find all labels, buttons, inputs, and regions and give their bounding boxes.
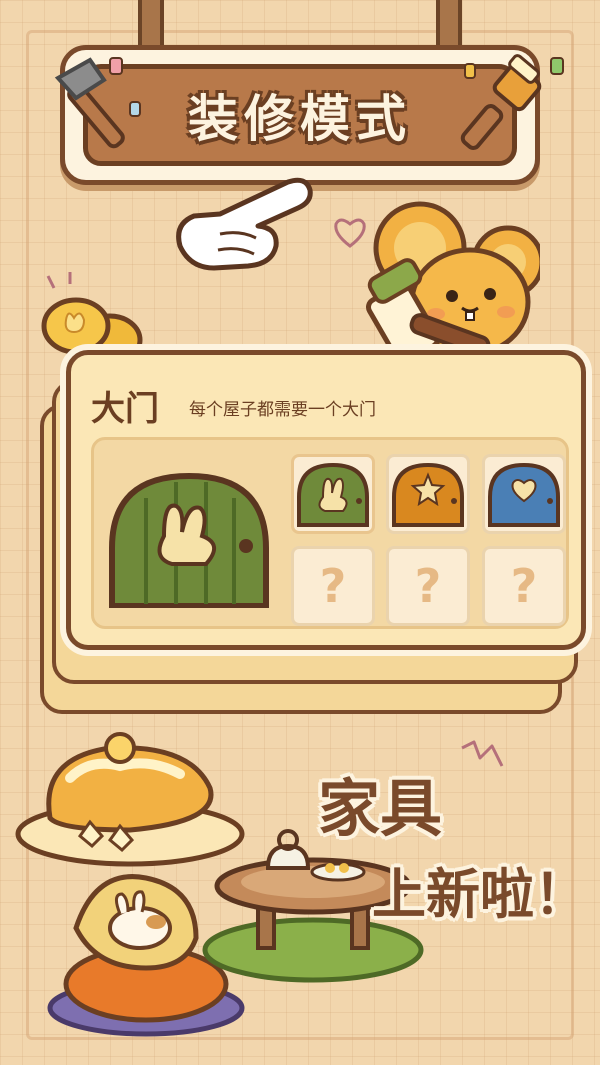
star-door-icon xyxy=(392,462,464,527)
bunny-door-icon xyxy=(297,462,369,527)
promo-new-arrival-text: 上新啦！ xyxy=(372,863,588,926)
promo-furniture-text: 家具 xyxy=(318,772,443,845)
door-slot-locked[interactable]: ? xyxy=(386,546,470,626)
door-slot-bunny[interactable] xyxy=(291,454,375,534)
door-card: 大门 每个屋子都需要一个大门 ? ? ? xyxy=(66,350,586,650)
selected-door-preview xyxy=(109,472,269,608)
door-card-stack: 大门 每个屋子都需要一个大门 ? ? ? xyxy=(22,350,586,720)
door-selector: ? ? ? xyxy=(91,437,569,629)
locked-question-mark: ? xyxy=(319,559,347,613)
hammer-icon xyxy=(54,57,141,149)
door-slot-locked[interactable]: ? xyxy=(291,546,375,626)
door-slot-star[interactable] xyxy=(386,454,470,534)
locked-question-mark: ? xyxy=(414,559,442,613)
locked-question-mark: ? xyxy=(510,559,538,613)
card-subtitle: 每个屋子都需要一个大门 xyxy=(189,400,376,420)
card-title: 大门 xyxy=(91,389,159,429)
door-slot-heart[interactable] xyxy=(482,454,566,534)
heart-door-icon xyxy=(488,462,560,527)
pointing-hand-icon xyxy=(176,177,313,271)
door-slot-locked[interactable]: ? xyxy=(482,546,566,626)
paintbrush-icon xyxy=(460,54,564,150)
squiggle-doodle-icon xyxy=(461,740,504,767)
mode-banner-title: 装修模式 xyxy=(188,90,412,148)
